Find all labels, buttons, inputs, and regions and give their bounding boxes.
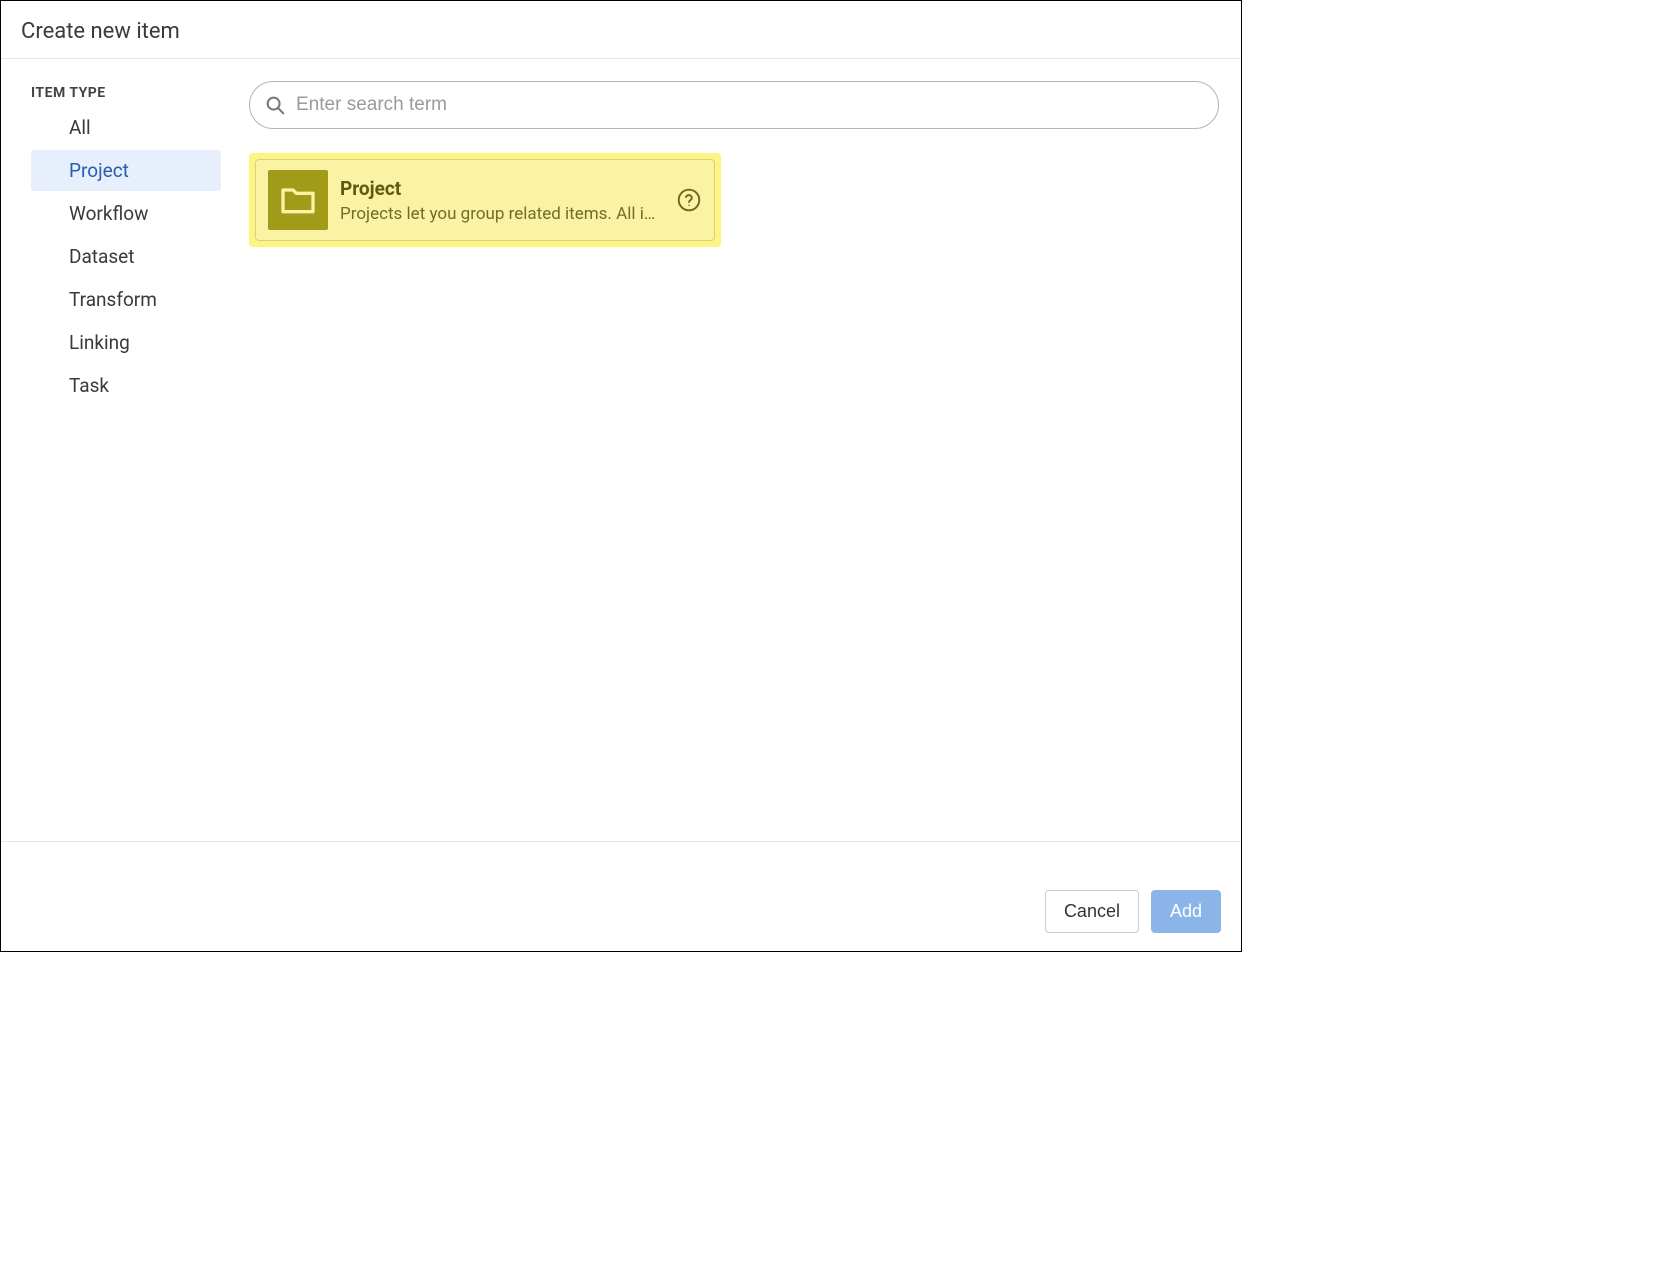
help-icon[interactable] bbox=[676, 187, 702, 213]
search-field[interactable] bbox=[249, 81, 1219, 129]
search-input[interactable] bbox=[296, 94, 1204, 116]
dialog-title: Create new item bbox=[21, 19, 1221, 44]
main-area: Project Projects let you group related i… bbox=[221, 59, 1241, 841]
dialog-header: Create new item bbox=[1, 1, 1241, 59]
sidebar-heading: ITEM TYPE bbox=[1, 85, 221, 105]
sidebar-item-linking[interactable]: Linking bbox=[31, 322, 221, 363]
sidebar: ITEM TYPE All Project Workflow Dataset T… bbox=[1, 59, 221, 841]
sidebar-item-transform[interactable]: Transform bbox=[31, 279, 221, 320]
folder-icon bbox=[268, 170, 328, 230]
sidebar-item-all[interactable]: All bbox=[31, 107, 221, 148]
result-card-text: Project Projects let you group related i… bbox=[340, 177, 664, 224]
sidebar-item-dataset[interactable]: Dataset bbox=[31, 236, 221, 277]
add-button[interactable]: Add bbox=[1151, 890, 1221, 933]
dialog-body: ITEM TYPE All Project Workflow Dataset T… bbox=[1, 59, 1241, 841]
dialog-footer: Cancel Add bbox=[1, 841, 1241, 951]
result-card-description: Projects let you group related items. Al… bbox=[340, 204, 664, 224]
cancel-button[interactable]: Cancel bbox=[1045, 890, 1139, 933]
result-highlight: Project Projects let you group related i… bbox=[249, 153, 721, 247]
result-card-project[interactable]: Project Projects let you group related i… bbox=[255, 159, 715, 241]
search-icon bbox=[264, 94, 286, 116]
sidebar-item-task[interactable]: Task bbox=[31, 365, 221, 406]
result-card-title: Project bbox=[340, 177, 664, 200]
sidebar-item-project[interactable]: Project bbox=[31, 150, 221, 191]
sidebar-item-workflow[interactable]: Workflow bbox=[31, 193, 221, 234]
